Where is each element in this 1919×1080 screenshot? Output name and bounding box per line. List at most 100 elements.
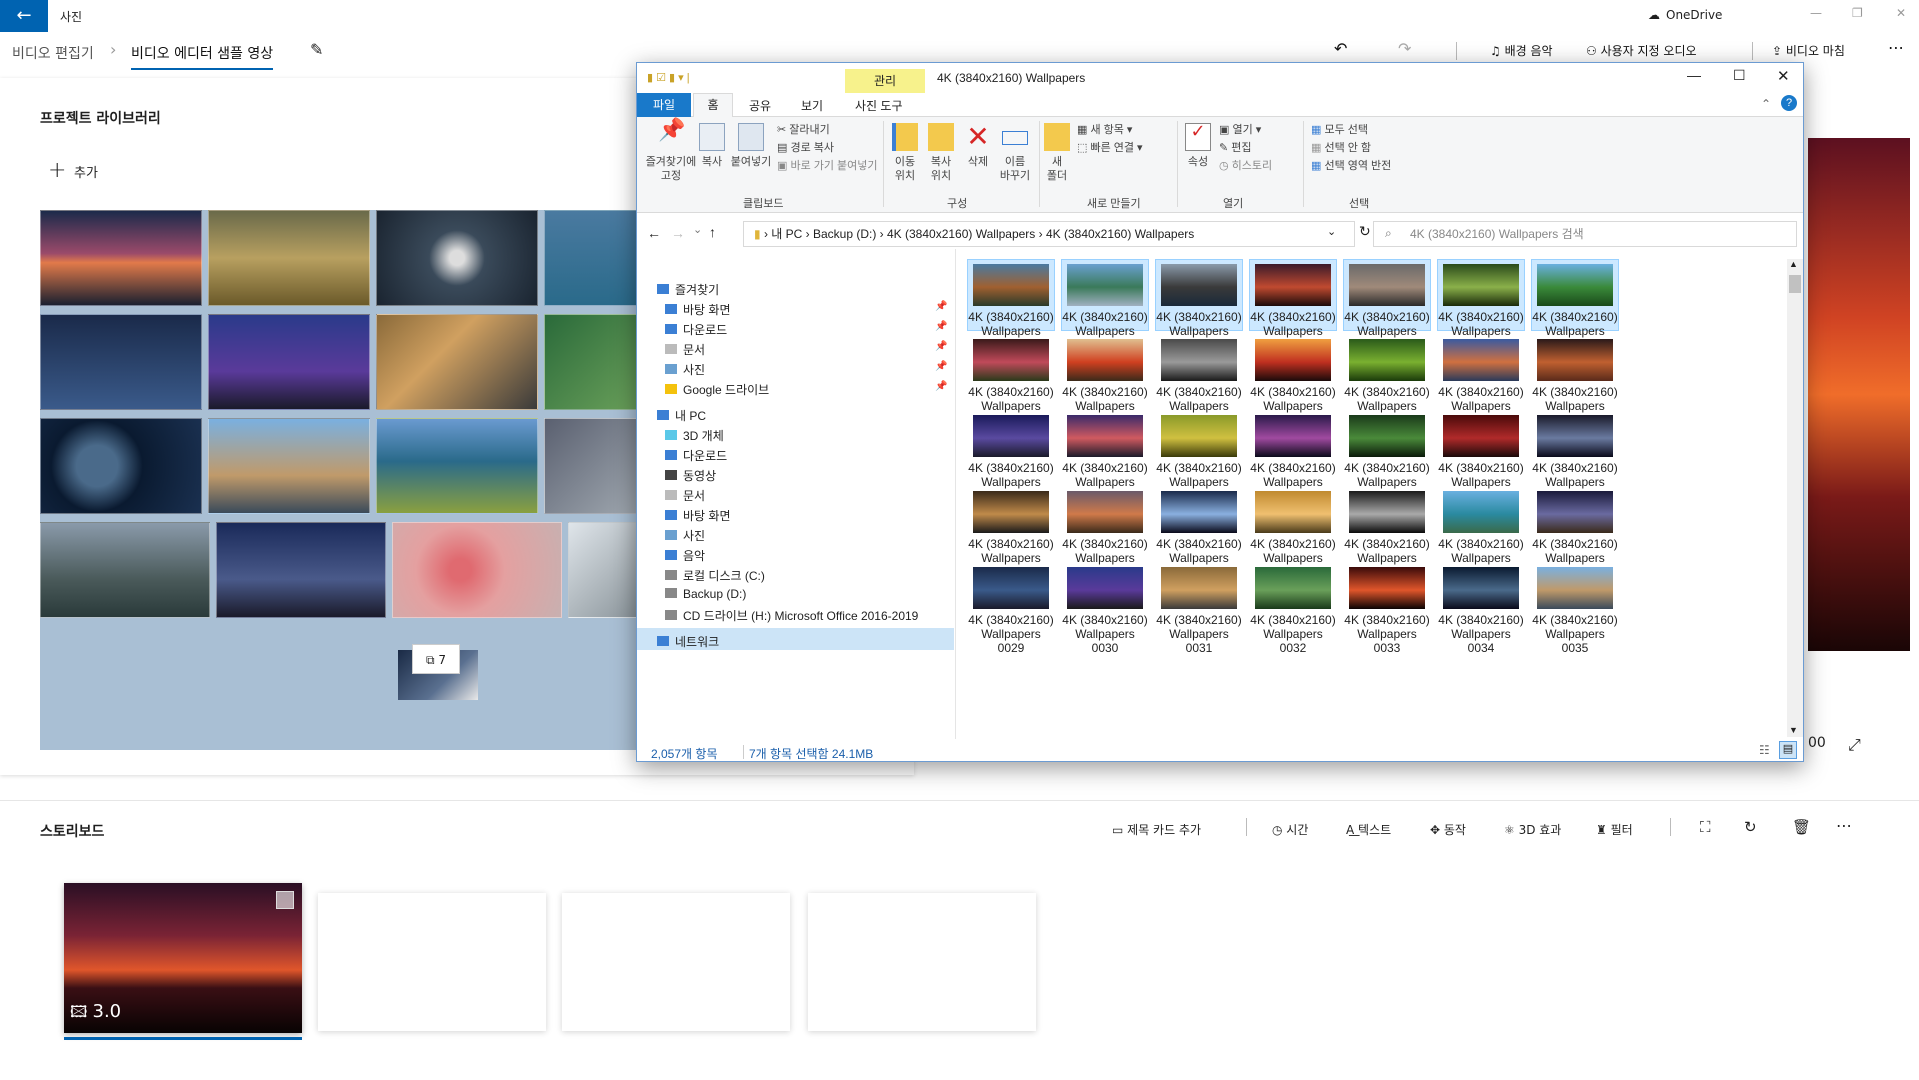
easy-access-button[interactable]: ⬚ 빠른 연결 ▾ [1077,141,1143,155]
nav-item[interactable]: 바탕 화면 [665,301,731,318]
select-all-button[interactable]: ▦ 모두 선택 [1311,123,1368,137]
nav-item[interactable]: 즐겨찾기 [657,281,719,298]
filters-button[interactable]: ♜ 필터 [1596,821,1633,838]
tab-file[interactable]: 파일 [637,93,691,117]
file-item[interactable]: 4K (3840x2160)Wallpapers 0008 [967,335,1055,427]
empty-storyboard-slot[interactable] [562,893,790,1031]
tab-picture-tools[interactable]: 사진 도구 [855,97,903,114]
undo-icon[interactable]: ↶ [1334,39,1347,58]
file-item[interactable]: 4K (3840x2160)Wallpapers 0019 [1343,411,1431,503]
nav-item[interactable]: 3D 개체 [665,427,724,444]
file-item[interactable]: 4K (3840x2160) Wallpapers 0035 [1531,563,1619,655]
maximize-button[interactable]: ☐ [1733,67,1746,84]
file-item[interactable]: 4K (3840x2160)Wallpapers 0007 [1531,259,1619,352]
copy-path-button[interactable]: ▤ 경로 복사 [777,141,834,155]
library-thumbnail[interactable] [208,210,370,306]
nav-item[interactable]: 사진 [665,527,705,544]
finish-video-button[interactable]: ⇪ 비디오 마침 [1772,42,1845,59]
pin-icon[interactable]: 📌 [935,361,947,372]
back-arrow-icon[interactable]: ← [647,225,661,241]
recent-dropdown-icon[interactable]: ⌄ [693,223,702,236]
select-none-button[interactable]: ▦ 선택 안 함 [1311,141,1371,155]
help-icon[interactable]: ? [1781,95,1797,111]
nav-item[interactable]: 다운로드 [665,447,727,464]
library-thumbnail[interactable] [392,522,562,618]
copy-to-button[interactable]: 복사 위치 [925,123,957,183]
nav-item[interactable]: 로컬 디스크 (C:) [665,567,765,584]
copy-button[interactable]: 복사 [699,123,725,169]
pin-quick-access-button[interactable]: 📌 즐겨찾기에 고정 [643,119,699,183]
library-thumbnail[interactable] [376,210,538,306]
library-thumbnail[interactable] [544,314,640,410]
redo-icon[interactable]: ↷ [1398,39,1411,58]
rename-button[interactable]: 이름 바꾸기 [997,123,1033,183]
back-button[interactable]: ← [0,0,48,32]
library-thumbnail[interactable] [376,418,538,514]
nav-item[interactable]: 내 PC [657,407,706,424]
file-item[interactable]: 4K (3840x2160)Wallpapers 0024 [1155,487,1243,579]
add-title-card-button[interactable]: ▭ 제목 카드 추가 [1112,821,1201,838]
invert-selection-button[interactable]: ▦ 선택 영역 반전 [1311,159,1391,173]
details-view-icon[interactable]: ☷ [1759,743,1770,757]
background-music-button[interactable]: ♫ 배경 음악 [1490,42,1553,59]
new-folder-button[interactable]: 새 폴더 [1043,123,1071,183]
cut-button[interactable]: ✂ 잘라내기 [777,123,830,137]
file-item[interactable]: 4K (3840x2160)Wallpapers 0014 [1531,335,1619,427]
more-icon[interactable]: ⋯ [1836,816,1852,835]
properties-button[interactable]: ✓ 속성 [1183,122,1213,169]
file-item[interactable]: 4K (3840x2160)Wallpapers 0001 [967,259,1055,352]
library-thumbnail[interactable] [40,314,202,410]
library-thumbnail[interactable] [40,210,202,306]
pin-icon[interactable]: 📌 [935,321,947,332]
new-item-button[interactable]: ▦ 새 항목 ▾ [1077,123,1132,137]
file-item[interactable]: 4K (3840x2160)Wallpapers 0010 [1155,335,1243,427]
edit-button[interactable]: ✎ 편집 [1219,141,1252,155]
file-item[interactable]: 4K (3840x2160) Wallpapers 0034 [1437,563,1525,655]
search-input[interactable]: 4K (3840x2160) Wallpapers 검색 [1373,221,1797,247]
onedrive-button[interactable]: ☁ OneDrive [1648,8,1722,22]
address-dropdown-icon[interactable]: ⌄ [1327,225,1336,238]
paste-shortcut-button[interactable]: ▣ 바로 가기 붙여넣기 [777,159,878,173]
breadcrumb-project[interactable]: 비디오 에디터 샘플 영상 [131,43,274,70]
open-button[interactable]: ▣ 열기 ▾ [1219,123,1261,137]
file-item[interactable]: 4K (3840x2160) Wallpapers 0032 [1249,563,1337,655]
file-item[interactable]: 4K (3840x2160)Wallpapers 0009 [1061,335,1149,427]
delete-button[interactable]: ✕ 삭제 [963,123,993,169]
forward-arrow-icon[interactable]: → [671,225,685,241]
file-item[interactable]: 4K (3840x2160) Wallpapers 0030 [1061,563,1149,655]
pin-icon[interactable]: 📌 [935,341,947,352]
vertical-scrollbar[interactable] [1787,259,1803,737]
tab-home[interactable]: 홈 [693,93,733,117]
nav-item[interactable]: 음악 [665,547,705,564]
file-item[interactable]: 4K (3840x2160)Wallpapers 0016 [1061,411,1149,503]
close-button[interactable]: ✕ [1777,67,1790,85]
minimize-button[interactable]: — [1687,67,1701,83]
crop-icon[interactable]: ⛶ [1700,818,1711,836]
pin-icon[interactable]: 📌 [935,301,947,312]
file-item[interactable]: 4K (3840x2160)Wallpapers 0021 [1531,411,1619,503]
file-item[interactable]: 4K (3840x2160)Wallpapers 0020 [1437,411,1525,503]
tab-view[interactable]: 보기 [801,97,823,114]
nav-item[interactable]: 문서 [665,487,705,504]
file-item[interactable]: 4K (3840x2160)Wallpapers 0005 [1343,259,1431,352]
file-item[interactable]: 4K (3840x2160)Wallpapers 0018 [1249,411,1337,503]
rotate-icon[interactable]: ↻ [1744,818,1757,836]
file-item[interactable]: 4K (3840x2160)Wallpapers 0022 [967,487,1055,579]
nav-item[interactable]: Google 드라이브 [665,381,769,398]
add-button[interactable]: 추가 [74,162,98,181]
file-item[interactable]: 4K (3840x2160) Wallpapers 0033 [1343,563,1431,655]
library-thumbnail[interactable] [40,418,202,514]
large-icons-view-icon[interactable]: ▤ [1779,741,1797,759]
more-icon[interactable]: ⋯ [1888,38,1904,57]
manage-context-tab[interactable]: 관리 [845,69,925,93]
maximize-button[interactable]: ❐ [1852,6,1863,20]
nav-item[interactable]: 바탕 화면 [665,507,731,524]
file-item[interactable]: 4K (3840x2160)Wallpapers 0012 [1343,335,1431,427]
nav-item[interactable]: 사진 [665,361,705,378]
refresh-icon[interactable]: ↻ [1359,223,1371,240]
up-arrow-icon[interactable]: ↑ [709,224,716,240]
3d-effects-button[interactable]: ⚛ 3D 효과 [1504,821,1561,838]
library-thumbnail[interactable] [544,418,640,514]
move-to-button[interactable]: 이동 위치 [889,123,921,183]
file-item[interactable]: 4K (3840x2160) Wallpapers 0031 [1155,563,1243,655]
